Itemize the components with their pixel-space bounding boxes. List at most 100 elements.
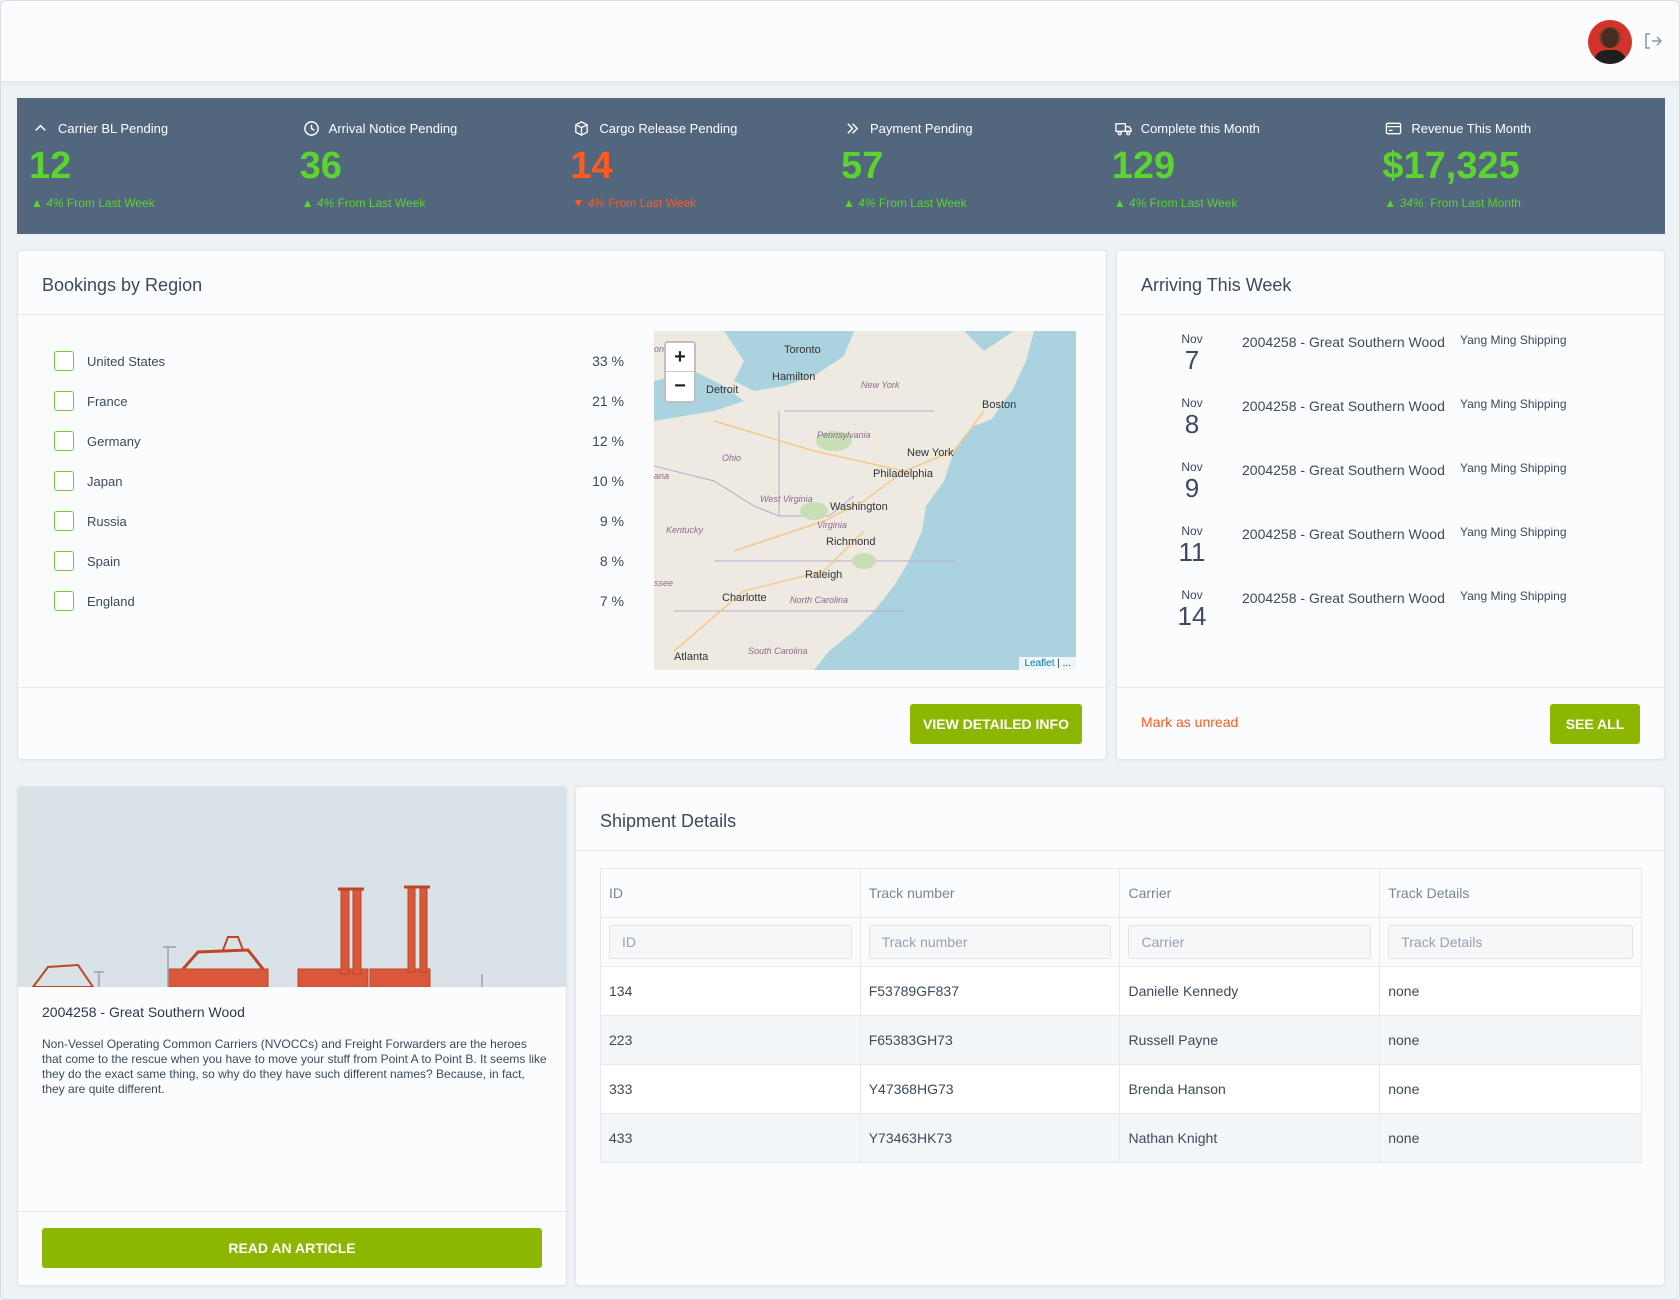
map-label-new-york-state: New York <box>861 380 900 390</box>
logout-icon[interactable] <box>1643 31 1663 51</box>
region-map[interactable]: Toronto Hamilton Detroit Boston New York… <box>654 331 1076 670</box>
map-zoom-control: + − <box>664 341 696 403</box>
arrival-title: 2004258 - Great Southern Wood <box>1242 462 1445 478</box>
filter-input-carrier[interactable]: Carrier <box>1128 925 1372 959</box>
article-card: 2004258 - Great Southern Wood Non-Vessel… <box>17 786 567 1286</box>
region-percent: 7 % <box>599 593 624 609</box>
app-frame: Carrier BL Pending 12 ▲ 4% From Last Wee… <box>0 0 1680 1300</box>
zoom-in-button[interactable]: + <box>666 343 694 372</box>
cell-id: 223 <box>600 1015 861 1065</box>
map-label-pennsylvania: Pennsylvania <box>817 430 871 440</box>
see-all-button[interactable]: SEE ALL <box>1550 704 1640 744</box>
card-title: Arriving This Week <box>1117 251 1664 315</box>
map-label-philadelphia: Philadelphia <box>873 468 934 480</box>
map-label-west-virginia: West Virginia <box>760 494 813 504</box>
arrival-item[interactable]: Nov 11 2004258 - Great Southern Wood Yan… <box>1172 524 1642 588</box>
region-name: Russia <box>87 513 127 529</box>
cell-carrier: Nathan Knight <box>1119 1113 1381 1163</box>
cell-track-details: none <box>1379 1113 1642 1163</box>
cell-track-details: none <box>1379 1064 1642 1114</box>
divider <box>1117 687 1664 688</box>
box-icon <box>575 120 589 136</box>
arrival-carrier: Yang Ming Shipping <box>1460 461 1567 475</box>
map-label-raleigh: Raleigh <box>805 569 842 581</box>
map-label-edge-ana: ana <box>654 471 669 481</box>
region-checkbox[interactable] <box>54 431 74 451</box>
arrival-item[interactable]: Nov 9 2004258 - Great Southern Wood Yang… <box>1172 460 1642 524</box>
read-an-article-button[interactable]: READ AN ARTICLE <box>42 1228 542 1268</box>
map-label-atlanta: Atlanta <box>674 651 709 663</box>
trend-text: From Last Week <box>337 196 426 210</box>
leaflet-link[interactable]: Leaflet <box>1024 658 1054 669</box>
card-title: Shipment Details <box>576 787 1664 851</box>
stat-value: 129 <box>1111 145 1176 187</box>
region-checkbox[interactable] <box>54 351 74 371</box>
stat-value: 57 <box>841 145 884 187</box>
trend-text: From Last Month <box>1430 196 1521 210</box>
cell-id: 134 <box>600 966 861 1016</box>
column-header-track-number[interactable]: Track number <box>859 868 1121 918</box>
arrival-item[interactable]: Nov 7 2004258 - Great Southern Wood Yang… <box>1172 332 1642 396</box>
arrival-carrier: Yang Ming Shipping <box>1460 589 1567 603</box>
shipment-details-card: Shipment Details ID Track number Carrier… <box>575 786 1665 1286</box>
table-row[interactable]: 134 F53789GF837 Danielle Kennedy none <box>600 966 1642 1016</box>
region-checkbox[interactable] <box>54 391 74 411</box>
arrival-title: 2004258 - Great Southern Wood <box>1242 398 1445 414</box>
region-row: France 21 % <box>54 381 624 421</box>
mark-as-unread-link[interactable]: Mark as unread <box>1141 714 1238 730</box>
stat-label: Arrival Notice Pending <box>328 120 458 136</box>
stat-label: Complete this Month <box>1140 120 1260 136</box>
view-detailed-info-button[interactable]: VIEW DETAILED INFO <box>910 704 1082 744</box>
map-label-virginia: Virginia <box>817 520 847 530</box>
arrival-title: 2004258 - Great Southern Wood <box>1242 334 1445 350</box>
cell-id: 333 <box>600 1064 861 1114</box>
column-header-track-details[interactable]: Track Details <box>1379 868 1642 918</box>
zoom-out-button[interactable]: − <box>666 372 694 401</box>
region-percent: 12 % <box>592 433 624 449</box>
region-row: United States 33 % <box>54 341 624 381</box>
stat-complete-this-month: Complete this Month 129 ▲ 4% From Last W… <box>1112 98 1383 234</box>
article-body: Non-Vessel Operating Common Carriers (NV… <box>42 1037 547 1096</box>
region-row: Japan 10 % <box>54 461 624 501</box>
filter-input-track-details[interactable]: Track Details <box>1388 925 1633 959</box>
arrival-date: Nov 8 <box>1172 396 1212 438</box>
region-checkbox[interactable] <box>54 591 74 611</box>
map-tiles: Toronto Hamilton Detroit Boston New York… <box>654 331 1034 670</box>
arrival-title: 2004258 - Great Southern Wood <box>1242 526 1445 542</box>
filter-cell: Track Details <box>1379 917 1642 967</box>
stat-revenue-this-month: Revenue This Month $17,325 ▲ 34% From La… <box>1382 98 1653 234</box>
cell-track-number: Y73463HK73 <box>859 1113 1121 1163</box>
table-row[interactable]: 333 Y47368HG73 Brenda Hanson none <box>600 1064 1642 1114</box>
arrival-date: Nov 9 <box>1172 460 1212 502</box>
arrival-month: Nov <box>1181 460 1203 474</box>
arrival-item[interactable]: Nov 8 2004258 - Great Southern Wood Yang… <box>1172 396 1642 460</box>
filter-input-id[interactable]: ID <box>609 925 852 959</box>
trend-text: From Last Week <box>878 196 967 210</box>
avatar[interactable] <box>1588 20 1632 64</box>
region-checkbox[interactable] <box>54 551 74 571</box>
stat-value: $17,325 <box>1382 145 1520 187</box>
arrival-date: Nov 7 <box>1172 332 1212 374</box>
arrival-item[interactable]: Nov 14 2004258 - Great Southern Wood Yan… <box>1172 588 1642 652</box>
region-percent: 8 % <box>599 553 624 569</box>
column-header-id[interactable]: ID <box>600 868 861 918</box>
column-header-carrier[interactable]: Carrier <box>1119 868 1381 918</box>
region-name: France <box>87 393 128 409</box>
table-row[interactable]: 223 F65383GH73 Russell Payne none <box>600 1015 1642 1065</box>
map-label-north-carolina: North Carolina <box>790 595 848 605</box>
map-label-kentucky: Kentucky <box>666 525 704 535</box>
arrival-day: 9 <box>1184 473 1200 503</box>
region-checkbox[interactable] <box>54 511 74 531</box>
arrival-carrier: Yang Ming Shipping <box>1460 525 1567 539</box>
region-name: Germany <box>87 433 141 449</box>
map-label-toronto: Toronto <box>784 344 821 356</box>
table-row[interactable]: 433 Y73463HK73 Nathan Knight none <box>600 1113 1642 1163</box>
stat-value: 14 <box>570 145 613 187</box>
region-checkbox[interactable] <box>54 471 74 491</box>
filter-input-track-number[interactable]: Track number <box>868 925 1112 959</box>
cell-track-details: none <box>1379 1015 1642 1065</box>
cell-track-number: Y47368HG73 <box>859 1064 1121 1114</box>
shipment-table: ID Track number Carrier Track Details ID… <box>600 868 1642 1163</box>
region-percent: 9 % <box>599 513 624 529</box>
cell-carrier: Danielle Kennedy <box>1119 966 1381 1016</box>
